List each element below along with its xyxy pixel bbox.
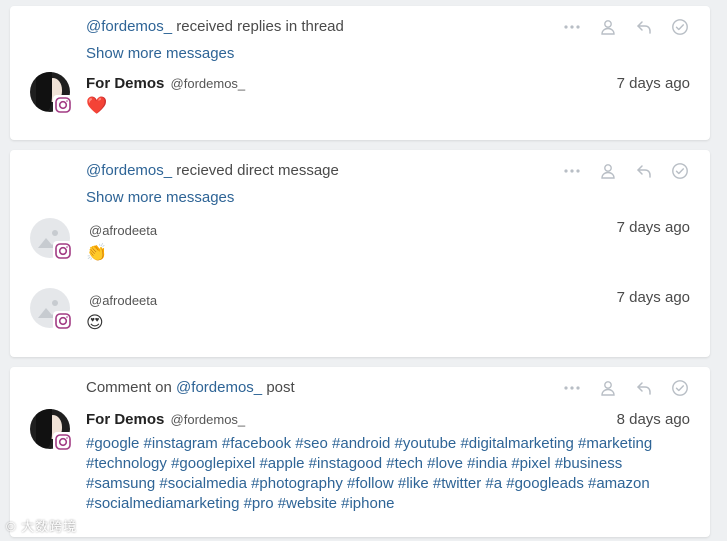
hashtag-line[interactable]: #socialmediamarketing #pro #website #iph… (86, 494, 676, 514)
header-suffix: received replies in thread (172, 18, 344, 35)
reply-icon (637, 165, 651, 178)
header-prefix: Comment on (86, 379, 177, 396)
reply-icon (637, 21, 651, 34)
card-actions (562, 161, 690, 181)
avatar-with-badge (30, 218, 74, 262)
resolve-check-icon (672, 19, 688, 35)
hashtag-list: #google #instagram #facebook #seo #andro… (86, 434, 676, 514)
avatar-with-badge (30, 409, 74, 453)
hashtag-line[interactable]: #google #instagram #facebook #seo #andro… (86, 434, 676, 454)
resolve-button[interactable] (670, 378, 690, 398)
resolve-check-icon (672, 380, 688, 396)
instagram-badge (53, 432, 73, 452)
message-body: ❤️ (86, 96, 108, 115)
message-body: 😍 (86, 313, 104, 332)
avatar-with-badge (30, 72, 74, 116)
header-suffix: post (262, 379, 295, 396)
mention-link[interactable]: @fordemos_ (86, 18, 172, 35)
author-name: For Demos (86, 411, 165, 428)
message-timestamp: 7 days ago (616, 219, 690, 236)
resolve-check-icon (672, 163, 688, 179)
hashtag-line[interactable]: #technology #googlepixel #apple #instago… (86, 454, 676, 474)
mention-link[interactable]: @fordemos_ (86, 162, 172, 179)
instagram-badge (53, 241, 73, 261)
instagram-icon (55, 97, 71, 113)
card-header: @fordemos_ recieved direct message (86, 161, 339, 181)
instagram-badge (53, 95, 73, 115)
card-actions (562, 17, 690, 37)
direct-message-card: @fordemos_ recieved direct message Show … (10, 150, 710, 357)
avatar-with-badge (30, 288, 74, 332)
watermark: © 大数跨境 (6, 519, 78, 534)
assign-user-icon (601, 381, 615, 396)
more-icon (564, 25, 580, 29)
instagram-icon (55, 434, 71, 450)
message-timestamp: 8 days ago (616, 411, 690, 428)
hashtag-line[interactable]: #samsung #socialmedia #photography #foll… (86, 474, 676, 494)
show-more-messages-link[interactable]: Show more messages (86, 188, 234, 208)
author-handle: @fordemos_ (170, 412, 246, 427)
author-handle: @fordemos_ (170, 76, 246, 91)
more-icon (564, 169, 580, 173)
resolve-button[interactable] (670, 161, 690, 181)
assign-button[interactable] (598, 17, 618, 37)
card-header: @fordemos_ received replies in thread (86, 17, 344, 37)
card-actions (562, 378, 690, 398)
conversation-feed: @fordemos_ received replies in thread Sh… (0, 0, 727, 541)
reply-icon (637, 382, 651, 395)
author-line: @afrodeeta (86, 291, 157, 311)
author-handle: @afrodeeta (89, 223, 158, 238)
assign-button[interactable] (598, 161, 618, 181)
message-timestamp: 7 days ago (616, 75, 690, 92)
author-line: For Demos @fordemos_ (86, 410, 245, 430)
assign-user-icon (601, 164, 615, 179)
reply-button[interactable] (634, 378, 654, 398)
instagram-icon (55, 243, 71, 259)
author-line: For Demos @fordemos_ (86, 74, 245, 94)
mention-link[interactable]: @fordemos_ (176, 379, 262, 396)
assign-button[interactable] (598, 378, 618, 398)
message-timestamp: 7 days ago (616, 289, 690, 306)
author-handle: @afrodeeta (89, 293, 158, 308)
resolve-button[interactable] (670, 17, 690, 37)
reply-button[interactable] (634, 17, 654, 37)
more-button[interactable] (562, 161, 582, 181)
author-line: @afrodeeta (86, 221, 157, 241)
reply-button[interactable] (634, 161, 654, 181)
comment-card: Comment on @fordemos_ post For Demos @fo… (10, 367, 710, 537)
more-button[interactable] (562, 378, 582, 398)
instagram-badge (53, 311, 73, 331)
show-more-messages-link[interactable]: Show more messages (86, 44, 234, 64)
assign-user-icon (601, 20, 615, 35)
more-icon (564, 386, 580, 390)
message-body: 👏 (86, 243, 108, 262)
header-suffix: recieved direct message (172, 162, 339, 179)
author-name: For Demos (86, 75, 165, 92)
instagram-icon (55, 313, 71, 329)
card-header: Comment on @fordemos_ post (86, 378, 295, 398)
thread-card: @fordemos_ received replies in thread Sh… (10, 6, 710, 140)
more-button[interactable] (562, 17, 582, 37)
